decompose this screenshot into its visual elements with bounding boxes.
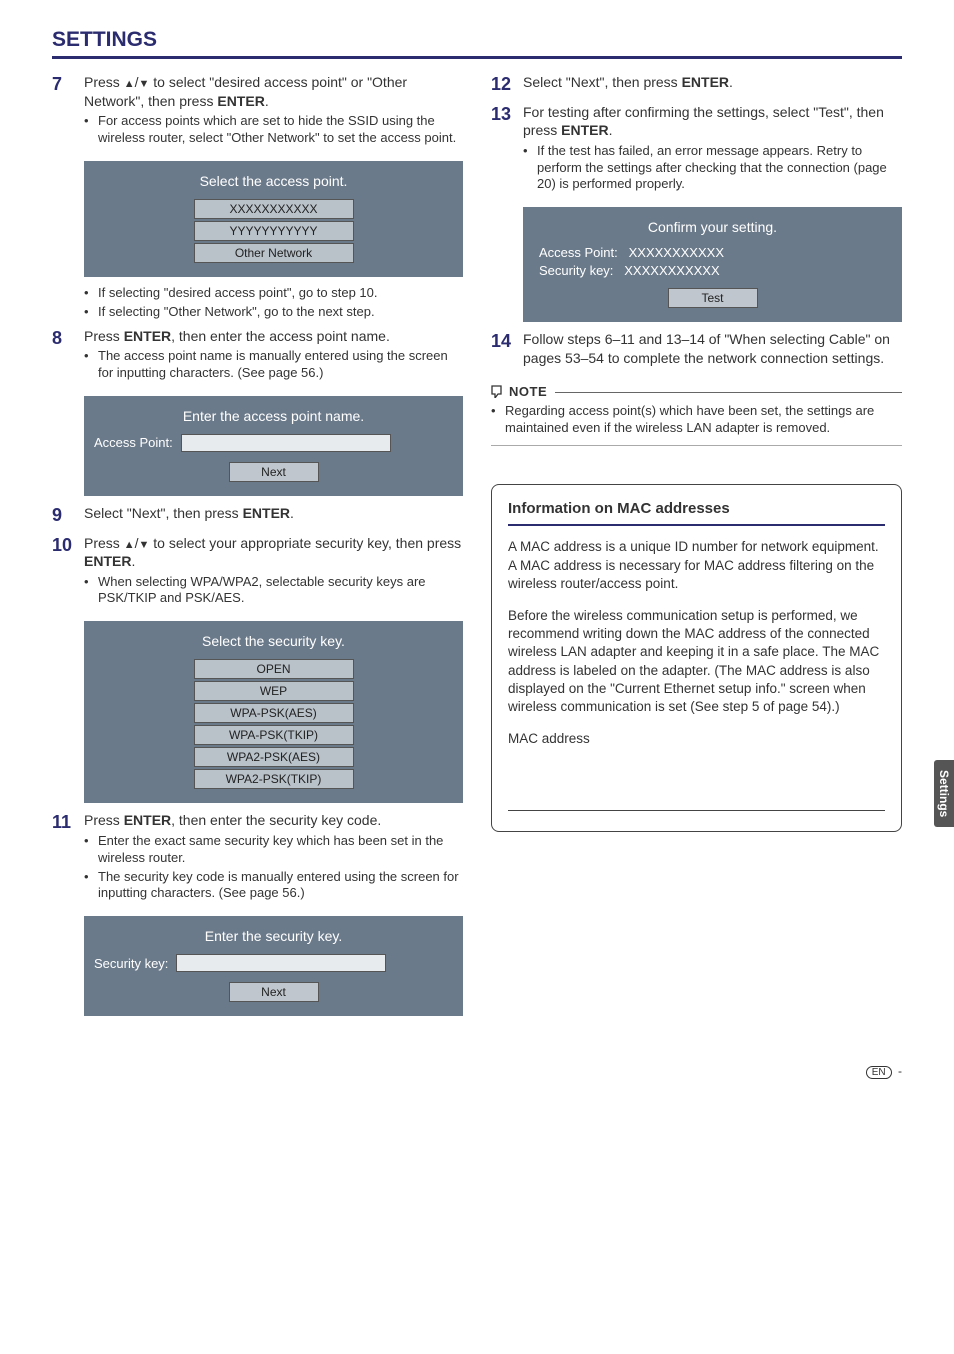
two-column-layout: 7 Press ▲/▼ to select "desired access po… bbox=[52, 73, 902, 1024]
step-9: 9 Select "Next", then press ENTER. bbox=[52, 504, 463, 528]
note-icon bbox=[491, 385, 505, 398]
bullet: The security key code is manually entere… bbox=[84, 869, 463, 903]
mac-address-write-line bbox=[508, 751, 885, 811]
footer-dash: - bbox=[895, 1064, 902, 1078]
step-text: Select "Next", then press ENTER. bbox=[523, 73, 902, 91]
next-button[interactable]: Next bbox=[229, 462, 319, 482]
bullet: For access points which are set to hide … bbox=[84, 113, 463, 147]
step-body: Press ENTER, then enter the access point… bbox=[84, 327, 463, 388]
step-text: Press ▲/▼ to select your appropriate sec… bbox=[84, 534, 463, 571]
note-header: NOTE bbox=[491, 384, 902, 399]
mac-info-box: Information on MAC addresses A MAC addre… bbox=[491, 484, 902, 831]
bullet: If selecting "Other Network", go to the … bbox=[84, 304, 463, 321]
security-option[interactable]: OPEN bbox=[194, 659, 354, 679]
mac-address-label: MAC address bbox=[508, 730, 885, 748]
screen-confirm-setting: Confirm your setting. Access Point: XXXX… bbox=[523, 207, 902, 322]
step-body: Press ▲/▼ to select your appropriate sec… bbox=[84, 534, 463, 614]
field-label: Security key: bbox=[94, 956, 168, 971]
kv-value: XXXXXXXXXXX bbox=[624, 263, 719, 278]
note-rule bbox=[555, 392, 902, 393]
ap-option-other[interactable]: Other Network bbox=[194, 243, 354, 263]
bullet: If the test has failed, an error message… bbox=[523, 143, 902, 194]
step-body: Press ENTER, then enter the security key… bbox=[84, 811, 463, 908]
screen-title: Confirm your setting. bbox=[533, 219, 892, 235]
step-10: 10 Press ▲/▼ to select your appropriate … bbox=[52, 534, 463, 614]
title-bar: SETTINGS bbox=[52, 28, 902, 59]
page-footer: EN - bbox=[0, 1044, 954, 1089]
info-heading: Information on MAC addresses bbox=[508, 499, 885, 526]
bullet: If selecting "desired access point", go … bbox=[84, 285, 463, 302]
security-option[interactable]: WEP bbox=[194, 681, 354, 701]
screen-select-access-point: Select the access point. XXXXXXXXXXX YYY… bbox=[84, 161, 463, 277]
test-button[interactable]: Test bbox=[668, 288, 758, 308]
kv-key: Security key: bbox=[539, 263, 613, 278]
step-14: 14 Follow steps 6–11 and 13–14 of "When … bbox=[491, 330, 902, 370]
ap-option[interactable]: XXXXXXXXXXX bbox=[194, 199, 354, 219]
step-text: Press ENTER, then enter the access point… bbox=[84, 327, 463, 345]
note-label: NOTE bbox=[509, 384, 547, 399]
step-number: 9 bbox=[52, 504, 84, 528]
page-title: SETTINGS bbox=[52, 28, 157, 51]
left-column: 7 Press ▲/▼ to select "desired access po… bbox=[52, 73, 463, 1024]
step-7: 7 Press ▲/▼ to select "desired access po… bbox=[52, 73, 463, 153]
kv-key: Access Point: bbox=[539, 245, 618, 260]
step-body: Follow steps 6–11 and 13–14 of "When sel… bbox=[523, 330, 902, 370]
side-tab-settings: Settings bbox=[934, 760, 954, 827]
security-option[interactable]: WPA-PSK(TKIP) bbox=[194, 725, 354, 745]
step-number: 12 bbox=[491, 73, 523, 97]
step-text: Follow steps 6–11 and 13–14 of "When sel… bbox=[523, 330, 902, 367]
step-number: 13 bbox=[491, 103, 523, 200]
step-body: Press ▲/▼ to select "desired access poin… bbox=[84, 73, 463, 153]
security-option[interactable]: WPA2-PSK(AES) bbox=[194, 747, 354, 767]
next-button[interactable]: Next bbox=[229, 982, 319, 1002]
step-body: For testing after confirming the setting… bbox=[523, 103, 902, 200]
step-text: For testing after confirming the setting… bbox=[523, 103, 902, 140]
lang-badge: EN bbox=[866, 1066, 892, 1079]
note-body: Regarding access point(s) which have bee… bbox=[491, 403, 902, 446]
step-text: Press ENTER, then enter the security key… bbox=[84, 811, 463, 829]
step-text: Select "Next", then press ENTER. bbox=[84, 504, 463, 522]
page: SETTINGS 7 Press ▲/▼ to select "desired … bbox=[0, 0, 954, 1044]
ap-name-input[interactable] bbox=[181, 434, 391, 452]
kv-value: XXXXXXXXXXX bbox=[629, 245, 724, 260]
bullet: The access point name is manually entere… bbox=[84, 348, 463, 382]
step-number: 14 bbox=[491, 330, 523, 370]
screen-title: Select the security key. bbox=[94, 633, 453, 649]
step-12: 12 Select "Next", then press ENTER. bbox=[491, 73, 902, 97]
step-text: Press ▲/▼ to select "desired access poin… bbox=[84, 73, 463, 110]
screen-enter-security-key: Enter the security key. Security key: Ne… bbox=[84, 916, 463, 1016]
info-paragraph: A MAC address is a unique ID number for … bbox=[508, 538, 885, 593]
step-13: 13 For testing after confirming the sett… bbox=[491, 103, 902, 200]
bullet: When selecting WPA/WPA2, selectable secu… bbox=[84, 574, 463, 608]
screen-title: Enter the access point name. bbox=[94, 408, 453, 424]
step-number: 8 bbox=[52, 327, 84, 388]
step-number: 11 bbox=[52, 811, 84, 908]
step-8: 8 Press ENTER, then enter the access poi… bbox=[52, 327, 463, 388]
bullet: Enter the exact same security key which … bbox=[84, 833, 463, 867]
screen-title: Enter the security key. bbox=[94, 928, 453, 944]
info-paragraph: Before the wireless communication setup … bbox=[508, 607, 885, 716]
screen-title: Select the access point. bbox=[94, 173, 453, 189]
screen-select-security-key: Select the security key. OPEN WEP WPA-PS… bbox=[84, 621, 463, 803]
right-column: 12 Select "Next", then press ENTER. 13 F… bbox=[491, 73, 902, 1024]
security-option[interactable]: WPA-PSK(AES) bbox=[194, 703, 354, 723]
field-label: Access Point: bbox=[94, 435, 173, 450]
ap-option[interactable]: YYYYYYYYYYY bbox=[194, 221, 354, 241]
step-number: 10 bbox=[52, 534, 84, 614]
step-11: 11 Press ENTER, then enter the security … bbox=[52, 811, 463, 908]
step-number: 7 bbox=[52, 73, 84, 153]
step-body: Select "Next", then press ENTER. bbox=[523, 73, 902, 97]
step-body: Select "Next", then press ENTER. bbox=[84, 504, 463, 528]
security-option[interactable]: WPA2-PSK(TKIP) bbox=[194, 769, 354, 789]
screen-enter-ap-name: Enter the access point name. Access Poin… bbox=[84, 396, 463, 496]
security-key-input[interactable] bbox=[176, 954, 386, 972]
